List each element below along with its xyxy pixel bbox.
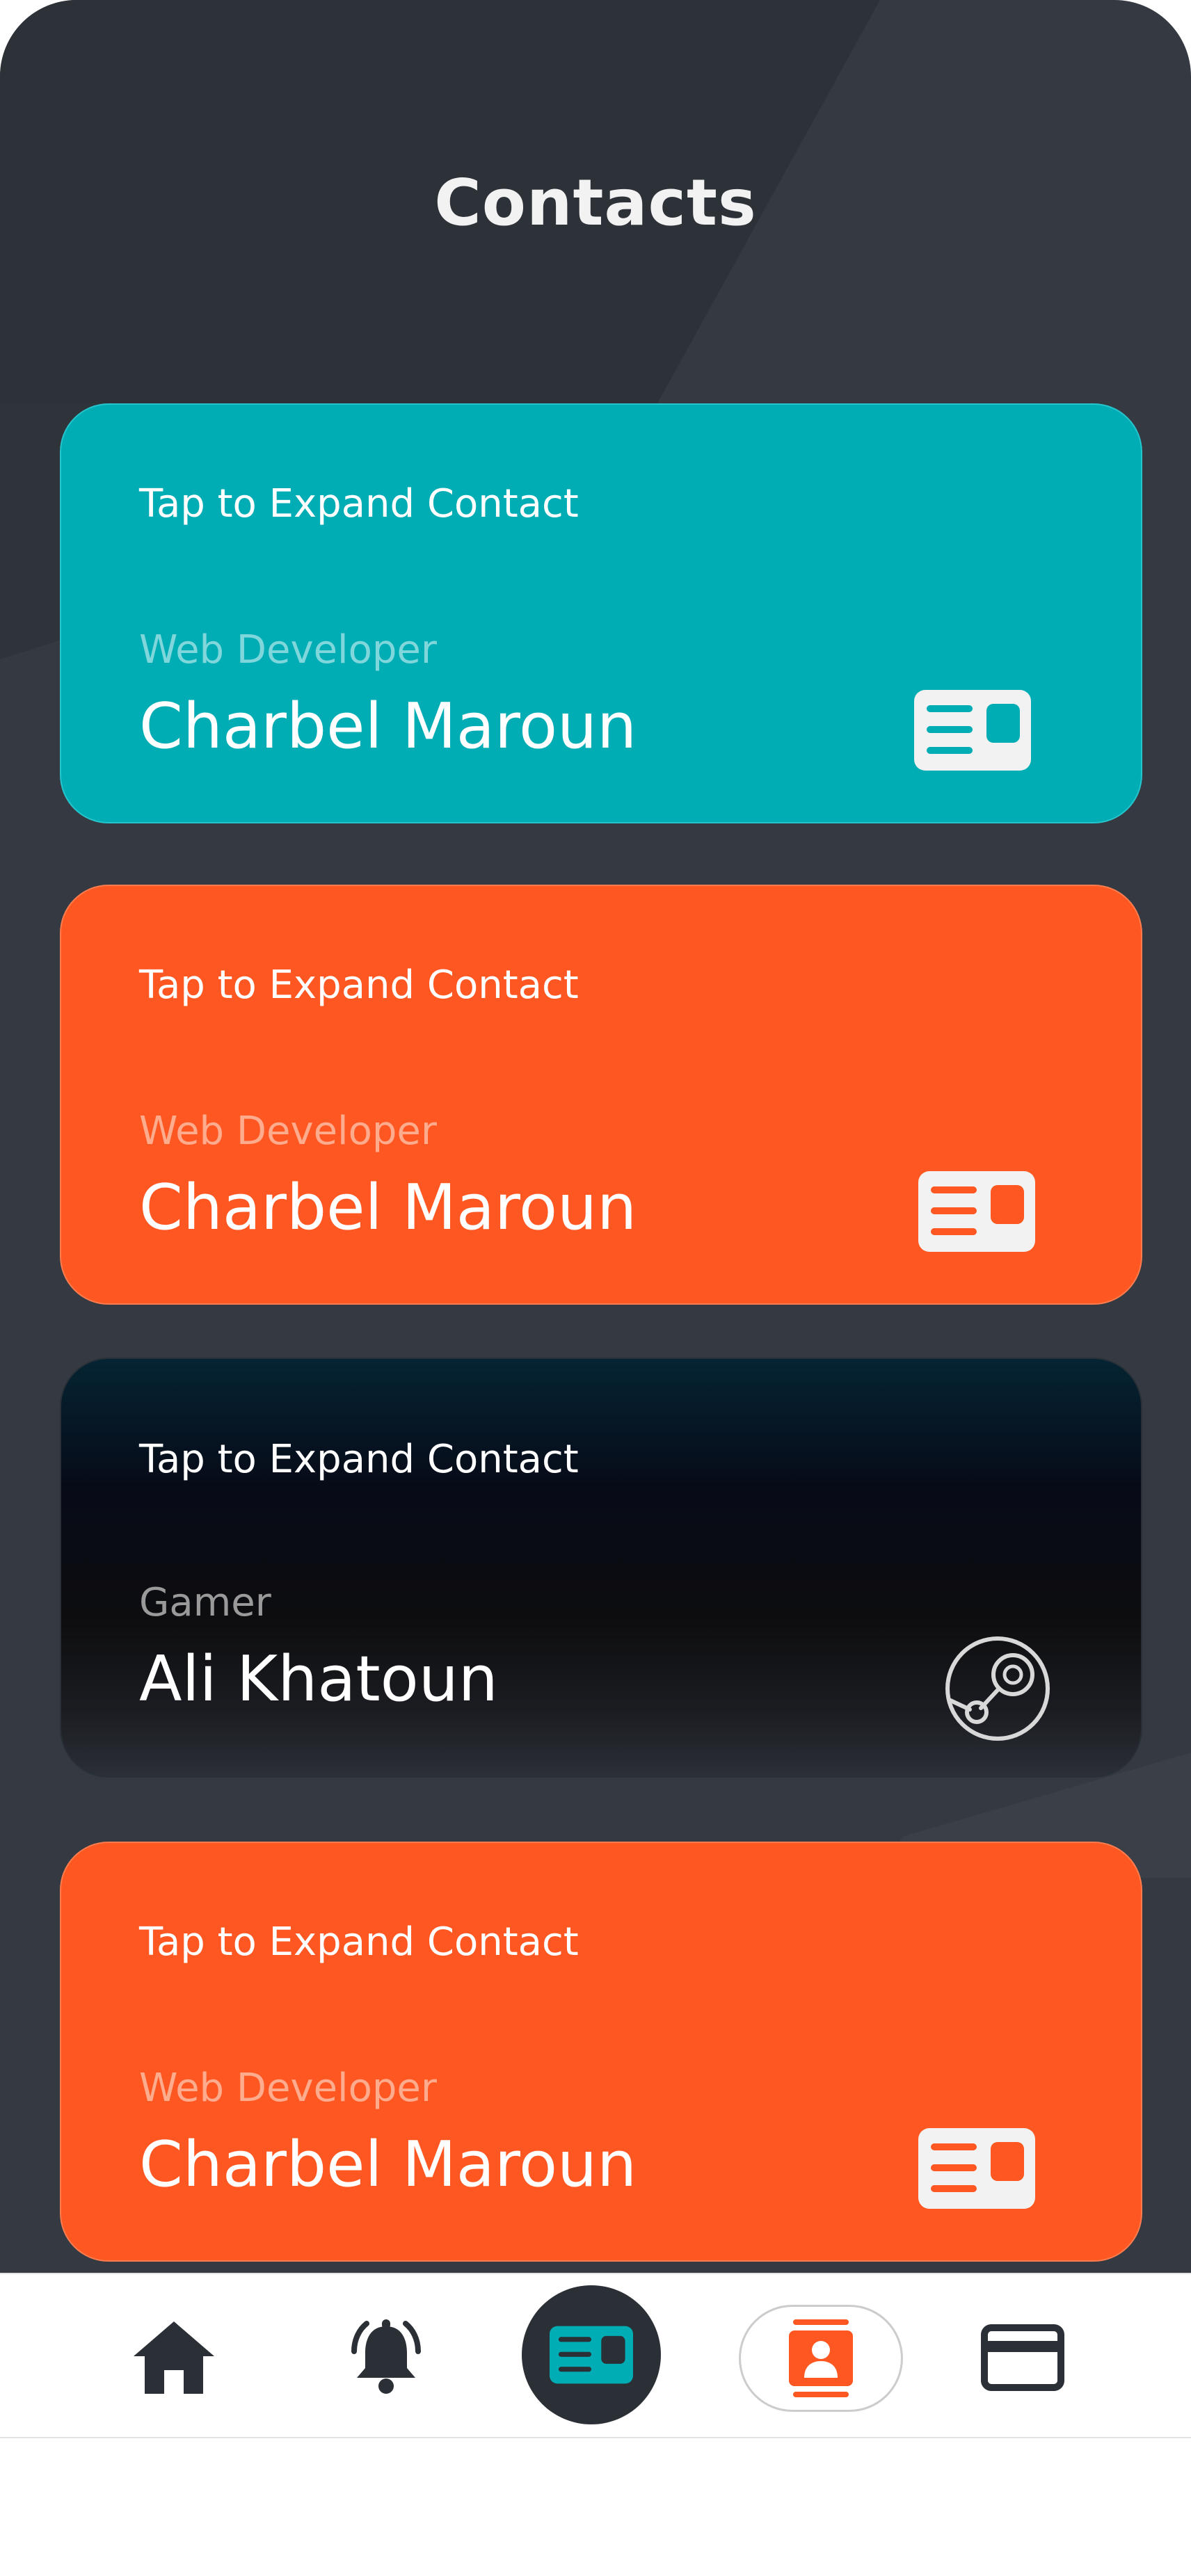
bottom-nav: [0, 2273, 1191, 2438]
id-card-icon: [550, 2326, 633, 2384]
contact-name: Charbel Maroun: [139, 1171, 637, 1244]
expand-hint: Tap to Expand Contact: [139, 481, 579, 526]
credit-card-icon: [981, 2324, 1064, 2391]
contact-name: Charbel Maroun: [139, 2128, 637, 2201]
page-title: Contacts: [434, 166, 757, 240]
nav-payments[interactable]: [977, 2312, 1068, 2403]
contact-role: Web Developer: [139, 627, 437, 673]
nav-home[interactable]: [132, 2316, 216, 2399]
expand-hint: Tap to Expand Contact: [139, 1437, 579, 1482]
id-card-icon: [918, 2128, 1035, 2209]
expand-hint: Tap to Expand Contact: [139, 963, 579, 1008]
bell-icon: [351, 2319, 421, 2394]
contact-card[interactable]: Tap to Expand Contact Gamer Ali Khatoun: [60, 1358, 1142, 1778]
contact-card[interactable]: Tap to Expand Contact Web Developer Char…: [60, 403, 1142, 823]
nav-cards-active[interactable]: [522, 2285, 661, 2424]
contact-role: Web Developer: [139, 1109, 437, 1154]
home-icon: [134, 2321, 214, 2394]
contact-name: Charbel Maroun: [139, 690, 637, 763]
id-card-icon: [918, 1171, 1035, 1252]
contacts-book-icon: [789, 2319, 853, 2397]
steam-icon: [945, 1636, 1050, 1741]
nav-contacts[interactable]: [739, 2305, 903, 2412]
contact-name: Ali Khatoun: [139, 1643, 498, 1716]
contact-card[interactable]: Tap to Expand Contact Web Developer Char…: [60, 885, 1142, 1305]
expand-hint: Tap to Expand Contact: [139, 1919, 579, 1965]
contact-role: Gamer: [139, 1580, 271, 1625]
contact-role: Web Developer: [139, 2066, 437, 2111]
nav-notifications[interactable]: [341, 2313, 431, 2404]
id-card-icon: [914, 690, 1031, 771]
contact-card[interactable]: Tap to Expand Contact Web Developer Char…: [60, 1842, 1142, 2262]
app-screen: Contacts Tap to Expand Contact Web Devel…: [0, 0, 1191, 2273]
